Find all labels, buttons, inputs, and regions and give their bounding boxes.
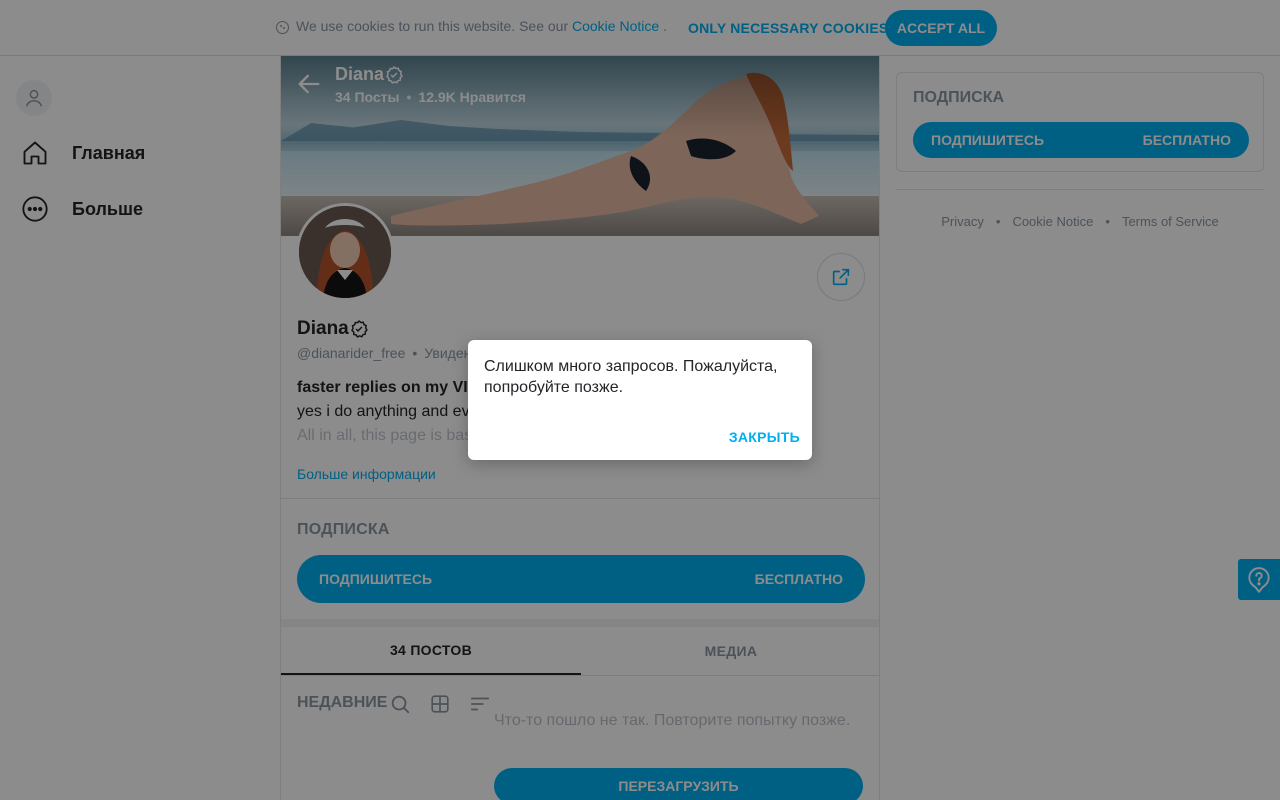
dialog-close-button[interactable]: ЗАКРЫТЬ	[720, 425, 800, 449]
dialog-message: Слишком много запросов. Пожалуйста, попр…	[484, 358, 778, 396]
error-dialog: Слишком много запросов. Пожалуйста, попр…	[468, 340, 812, 460]
